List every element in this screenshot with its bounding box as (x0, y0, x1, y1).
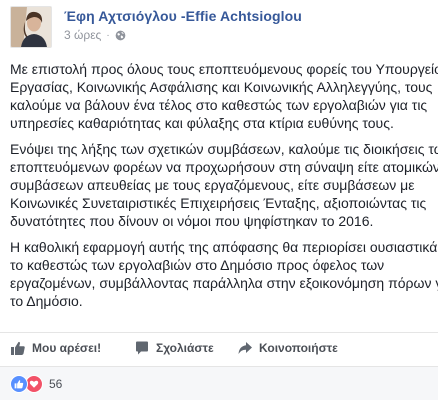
text-line: Κοινωνικές Συνεταιριστικές Επιχειρήσεις … (10, 195, 427, 211)
comment-button-label: Σχολιάστε (156, 341, 214, 355)
reaction-count: 56 (49, 377, 63, 391)
globe-icon[interactable] (115, 30, 126, 41)
text-line: συμβάσεων απευθείας με τους εργαζόμενους… (10, 177, 415, 193)
text-line: Η καθολική εφαρμογή αυτής της απόφασης θ… (10, 239, 438, 255)
text-line: το Δημόσιο. (10, 293, 83, 309)
post-body: Με επιστολή προς όλους τους εποπτευόμενο… (10, 60, 438, 318)
text-line: καλούμε να βάλουν ένα τέλος στο καθεστώς… (10, 97, 428, 113)
like-button-label: Μου αρέσει! (32, 341, 102, 355)
like-reaction-icon (10, 375, 28, 393)
comment-icon (136, 341, 148, 355)
heart-icon (29, 380, 39, 388)
post-paragraph-3: Η καθολική εφαρμογή αυτής της απόφασης θ… (10, 238, 438, 310)
author-avatar[interactable] (10, 6, 52, 48)
text-line: Με επιστολή προς όλους τους εποπτευόμενο… (10, 61, 438, 77)
profile-photo-icon (11, 7, 51, 47)
thumbs-up-icon (14, 380, 24, 389)
text-line: Ενόψει της λήξης των σχετικών συμβάσεων,… (10, 141, 438, 157)
author-block: Έφη Αχτσιόγλου -Effie Achtsioglou 3 ώρες… (64, 8, 302, 42)
post-paragraph-1: Με επιστολή προς όλους τους εποπτευόμενο… (10, 60, 438, 132)
post-action-bar: Μου αρέσει! Σχολιάστε Κοινοποιήστε (0, 332, 438, 363)
text-line: υπηρεσίες καθαριότητας και φύλαξης στα κ… (10, 115, 394, 131)
reactions-bar: 56 (0, 366, 438, 400)
text-line: δυνατότητες που δίνουν οι νόμοι που ψηφί… (10, 213, 374, 229)
post-paragraph-2: Ενόψει της λήξης των σχετικών συμβάσεων,… (10, 140, 438, 230)
facebook-post: Έφη Αχτσιόγλου -Effie Achtsioglou 3 ώρες… (0, 0, 438, 400)
post-meta: 3 ώρες · (64, 28, 302, 42)
share-button-label: Κοινοποιήστε (259, 341, 338, 355)
share-button[interactable]: Κοινοποιήστε (237, 340, 338, 356)
post-header: Έφη Αχτσιόγλου -Effie Achtsioglou 3 ώρες… (10, 6, 302, 52)
comment-button[interactable]: Σχολιάστε (134, 340, 214, 356)
text-line: Εργασίας, Κοινωνικής Ασφάλισης και Κοινω… (10, 79, 433, 95)
reactions-summary[interactable]: 56 (10, 375, 62, 393)
share-arrow-icon (238, 342, 252, 354)
like-button[interactable]: Μου αρέσει! (10, 340, 101, 356)
meta-separator: · (106, 29, 110, 41)
text-line: το καθεστώς των εργολαβιών στο Δημόσιο π… (10, 257, 385, 273)
author-name-link[interactable]: Έφη Αχτσιόγλου -Effie Achtsioglou (64, 8, 302, 24)
text-line: εποπτευόμενων φορέων να προχωρήσουν στη … (10, 159, 438, 175)
thumbs-up-icon (11, 341, 25, 355)
post-timestamp[interactable]: 3 ώρες (64, 28, 101, 42)
text-line: εργαζομένων, συμβάλλοντας παράλληλα στην… (10, 275, 438, 291)
